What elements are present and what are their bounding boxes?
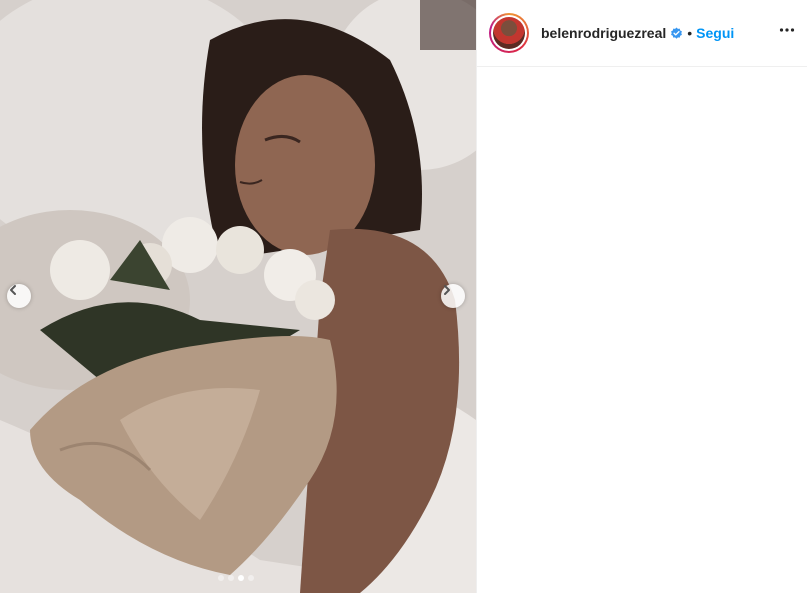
username-link[interactable]: belenrodriguezreal [541, 25, 666, 41]
more-options-icon[interactable] [779, 22, 795, 43]
chevron-left-icon [10, 285, 16, 295]
carousel-dot [218, 575, 224, 581]
separator-dot: • [687, 25, 693, 41]
photo-illustration [0, 0, 476, 593]
avatar-story-ring[interactable] [489, 13, 529, 53]
carousel-dot [248, 575, 254, 581]
follow-button[interactable]: Segui [696, 25, 734, 41]
post-sidebar: belenrodriguezreal • Segui [476, 0, 807, 593]
chevron-right-icon [444, 285, 450, 295]
carousel-dot-active [238, 575, 244, 581]
post-photo[interactable] [0, 0, 476, 593]
carousel-next-button[interactable] [441, 284, 465, 308]
carousel-dot [228, 575, 234, 581]
verified-badge-icon [670, 27, 683, 40]
post-header: belenrodriguezreal • Segui [477, 0, 807, 67]
carousel-indicator [218, 575, 254, 581]
carousel-prev-button[interactable] [7, 284, 31, 308]
avatar[interactable] [493, 17, 525, 49]
